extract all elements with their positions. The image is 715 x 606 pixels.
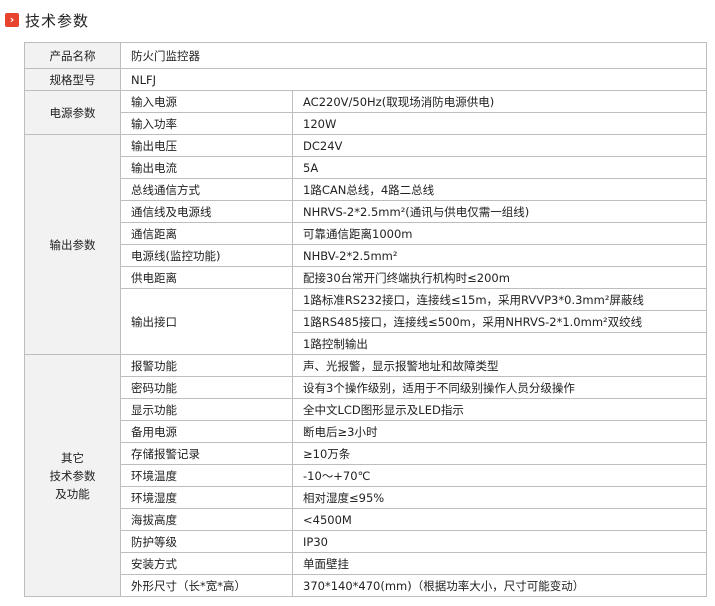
model-value: NLFJ (120, 68, 707, 91)
param-value: 5A (292, 156, 707, 179)
param-name: 环境湿度 (120, 486, 293, 509)
param-value: 370*140*470(mm)（根据功率大小，尺寸可能变动） (292, 574, 707, 597)
param-name: 海拔高度 (120, 508, 293, 531)
table-row: 电源参数 输入电源 AC220V/50Hz(取现场消防电源供电) (24, 90, 707, 135)
param-value: 1路RS485接口，连接线≤500m，采用NHRVS-2*1.0mm²双绞线 (292, 310, 707, 333)
param-value: 单面壁挂 (292, 552, 707, 575)
param-value: 断电后≥3小时 (292, 420, 707, 443)
table-row: 环境温度 -10～+70℃ (25, 464, 707, 487)
param-name: 环境温度 (120, 464, 293, 487)
param-value: 声、光报警，显示报警地址和故障类型 (292, 354, 707, 377)
param-value: 1路CAN总线，4路二总线 (292, 178, 707, 201)
param-value: NHRVS-2*2.5mm²(通讯与供电仅需一组线) (292, 200, 707, 223)
table-row: 供电距离 配接30台常开门终端执行机构时≤200m (25, 266, 707, 289)
category-line: 其它 (61, 450, 84, 465)
param-name: 输出接口 (120, 288, 293, 355)
section-header: › 技术参数 (5, 10, 89, 30)
param-value: -10～+70℃ (292, 464, 707, 487)
section-title: 技术参数 (25, 11, 90, 30)
chevron-right-icon: › (5, 13, 19, 27)
param-value: 设有3个操作级别，适用于不同级别操作人员分级操作 (292, 376, 707, 399)
row-label: 产品名称 (24, 42, 121, 69)
param-name: 输入功率 (120, 112, 293, 135)
param-value: 配接30台常开门终端执行机构时≤200m (292, 266, 707, 289)
table-row: 总线通信方式 1路CAN总线，4路二总线 (25, 178, 707, 201)
table-row: 输出参数 输出电压 DC24V (24, 134, 707, 355)
param-value: IP30 (292, 530, 707, 553)
category-cell: 其它 技术参数 及功能 (24, 354, 121, 597)
category-cell: 输出参数 (24, 134, 121, 355)
table-row: 安装方式 单面壁挂 (25, 552, 707, 575)
table-row: 密码功能 设有3个操作级别，适用于不同级别操作人员分级操作 (25, 376, 707, 399)
category-cell: 电源参数 (24, 90, 121, 135)
param-name: 存储报警记录 (120, 442, 293, 465)
table-row: 产品名称 防火门监控器 (24, 42, 707, 69)
param-value: 1路控制输出 (292, 332, 707, 355)
table-row: 环境湿度 相对湿度≤95% (25, 486, 707, 509)
param-name: 供电距离 (120, 266, 293, 289)
row-label: 规格型号 (24, 68, 121, 91)
category-line: 及功能 (55, 486, 90, 501)
param-value: 全中文LCD图形显示及LED指示 (292, 398, 707, 421)
table-row: 输出接口 1路标准RS232接口，连接线≤15m，采用RVVP3*0.3mm²屏… (25, 288, 707, 355)
param-name: 输入电源 (120, 90, 293, 113)
param-value: ≥10万条 (292, 442, 707, 465)
param-value: AC220V/50Hz(取现场消防电源供电) (292, 90, 707, 113)
param-name: 防护等级 (120, 530, 293, 553)
table-row: 输入功率 120W (25, 112, 707, 135)
param-value: 120W (292, 112, 707, 135)
table-row: 外形尺寸（长*宽*高） 370*140*470(mm)（根据功率大小，尺寸可能变… (25, 574, 707, 597)
table-row: 海拔高度 <4500M (25, 508, 707, 531)
param-value: <4500M (292, 508, 707, 531)
param-value: NHBV-2*2.5mm² (292, 244, 707, 267)
param-name: 备用电源 (120, 420, 293, 443)
table-row: 输出电流 5A (25, 156, 707, 179)
category-line: 技术参数 (49, 468, 96, 483)
param-name: 输出电流 (120, 156, 293, 179)
param-name: 报警功能 (120, 354, 293, 377)
product-name-value: 防火门监控器 (120, 42, 707, 69)
param-name: 外形尺寸（长*宽*高） (120, 574, 293, 597)
param-value: 可靠通信距离1000m (292, 222, 707, 245)
table-row: 存储报警记录 ≥10万条 (25, 442, 707, 465)
param-name: 输出电压 (120, 134, 293, 157)
param-name: 总线通信方式 (120, 178, 293, 201)
table-row: 规格型号 NLFJ (24, 68, 707, 91)
param-value: 相对湿度≤95% (292, 486, 707, 509)
param-name: 通信距离 (120, 222, 293, 245)
param-name: 显示功能 (120, 398, 293, 421)
param-name: 安装方式 (120, 552, 293, 575)
table-row: 通信线及电源线 NHRVS-2*2.5mm²(通讯与供电仅需一组线) (25, 200, 707, 223)
table-row: 其它 技术参数 及功能 报警功能 声、光报警，显示报警地址和故障类型 (24, 354, 707, 597)
param-name: 电源线(监控功能) (120, 244, 293, 267)
table-row: 防护等级 IP30 (25, 530, 707, 553)
table-row: 通信距离 可靠通信距离1000m (25, 222, 707, 245)
param-name: 通信线及电源线 (120, 200, 293, 223)
spec-table: 产品名称 防火门监控器 规格型号 NLFJ 电源参数 输入电源 AC220V/5… (24, 42, 707, 597)
table-row: 电源线(监控功能) NHBV-2*2.5mm² (25, 244, 707, 267)
table-row: 显示功能 全中文LCD图形显示及LED指示 (25, 398, 707, 421)
table-row: 备用电源 断电后≥3小时 (25, 420, 707, 443)
param-value: DC24V (292, 134, 707, 157)
param-name: 密码功能 (120, 376, 293, 399)
param-value: 1路标准RS232接口，连接线≤15m，采用RVVP3*0.3mm²屏蔽线 (292, 288, 707, 311)
